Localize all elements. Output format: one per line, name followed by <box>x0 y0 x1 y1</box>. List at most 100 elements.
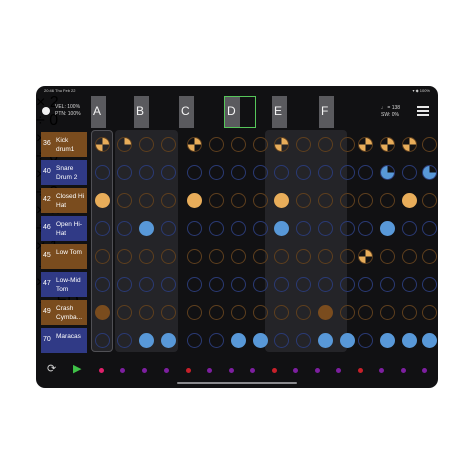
step-button[interactable] <box>95 305 110 320</box>
step-button[interactable] <box>358 137 373 152</box>
step-button[interactable] <box>117 221 132 236</box>
step-button[interactable] <box>318 305 333 320</box>
step-button[interactable] <box>253 165 268 180</box>
pattern-position-dot[interactable] <box>207 368 212 373</box>
step-button[interactable] <box>274 305 289 320</box>
track-label[interactable]: 46 Open Hi-Hat <box>41 216 87 241</box>
step-button[interactable] <box>340 165 355 180</box>
step-button[interactable] <box>117 333 132 348</box>
step-button[interactable] <box>340 277 355 292</box>
step-button[interactable] <box>274 277 289 292</box>
step-button[interactable] <box>274 221 289 236</box>
step-button[interactable] <box>358 333 373 348</box>
pattern-position-dot[interactable] <box>379 368 384 373</box>
velocity-readout[interactable]: VEL: 100% PTN: 100% <box>55 104 81 118</box>
step-button[interactable] <box>340 193 355 208</box>
step-button[interactable] <box>117 165 132 180</box>
step-button[interactable] <box>422 277 437 292</box>
step-button[interactable] <box>358 221 373 236</box>
step-button[interactable] <box>117 193 132 208</box>
step-button[interactable] <box>402 193 417 208</box>
step-button[interactable] <box>231 305 246 320</box>
pattern-position-dot[interactable] <box>272 368 277 373</box>
step-button[interactable] <box>161 165 176 180</box>
step-button[interactable] <box>422 165 437 180</box>
step-button[interactable] <box>422 249 437 264</box>
step-button[interactable] <box>318 333 333 348</box>
step-button[interactable] <box>318 165 333 180</box>
step-button[interactable] <box>296 221 311 236</box>
step-button[interactable] <box>253 137 268 152</box>
step-button[interactable] <box>296 193 311 208</box>
pattern-b-button[interactable]: B <box>134 96 149 128</box>
step-button[interactable] <box>209 193 224 208</box>
step-button[interactable] <box>340 221 355 236</box>
step-button[interactable] <box>187 305 202 320</box>
step-button[interactable] <box>139 249 154 264</box>
pattern-a-button[interactable]: A <box>91 96 106 128</box>
pattern-position-dot[interactable] <box>401 368 406 373</box>
step-button[interactable] <box>231 333 246 348</box>
tempo-readout[interactable]: ♩ = 138 SW: 0% <box>381 105 400 119</box>
step-button[interactable] <box>95 193 110 208</box>
step-button[interactable] <box>139 221 154 236</box>
step-button[interactable] <box>340 305 355 320</box>
step-button[interactable] <box>139 165 154 180</box>
step-button[interactable] <box>95 277 110 292</box>
step-button[interactable] <box>340 249 355 264</box>
step-button[interactable] <box>209 221 224 236</box>
step-button[interactable] <box>422 221 437 236</box>
pattern-position-dot[interactable] <box>164 368 169 373</box>
step-button[interactable] <box>231 165 246 180</box>
step-button[interactable] <box>139 305 154 320</box>
step-button[interactable] <box>161 305 176 320</box>
step-button[interactable] <box>380 249 395 264</box>
step-button[interactable] <box>296 333 311 348</box>
step-button[interactable] <box>187 249 202 264</box>
pattern-c-button[interactable]: C <box>179 96 194 128</box>
pattern-position-dot[interactable] <box>358 368 363 373</box>
step-button[interactable] <box>209 137 224 152</box>
track-label[interactable]: 45 Low Tom <box>41 244 87 269</box>
step-button[interactable] <box>358 277 373 292</box>
step-button[interactable] <box>402 277 417 292</box>
step-button[interactable] <box>95 137 110 152</box>
step-button[interactable] <box>422 137 437 152</box>
step-button[interactable] <box>358 165 373 180</box>
pattern-position-dot[interactable] <box>229 368 234 373</box>
step-button[interactable] <box>402 137 417 152</box>
record-button[interactable] <box>42 107 50 115</box>
step-button[interactable] <box>274 193 289 208</box>
step-button[interactable] <box>274 137 289 152</box>
track-label[interactable]: 49 Crash Cymba... <box>41 300 87 325</box>
step-button[interactable] <box>161 277 176 292</box>
play-icon[interactable]: ▶ <box>73 362 81 375</box>
step-button[interactable] <box>274 249 289 264</box>
pattern-position-dot[interactable] <box>120 368 125 373</box>
step-button[interactable] <box>253 277 268 292</box>
step-button[interactable] <box>380 137 395 152</box>
step-button[interactable] <box>139 277 154 292</box>
step-button[interactable] <box>402 305 417 320</box>
pattern-position-dot[interactable] <box>250 368 255 373</box>
step-button[interactable] <box>358 249 373 264</box>
step-button[interactable] <box>296 165 311 180</box>
step-button[interactable] <box>117 305 132 320</box>
step-button[interactable] <box>422 193 437 208</box>
track-label[interactable]: 40 Snare Drum 2 <box>41 160 87 185</box>
pattern-position-dot[interactable] <box>142 368 147 373</box>
step-button[interactable] <box>296 305 311 320</box>
step-button[interactable] <box>209 249 224 264</box>
step-button[interactable] <box>95 249 110 264</box>
pattern-position-dot[interactable] <box>336 368 341 373</box>
step-button[interactable] <box>209 305 224 320</box>
step-button[interactable] <box>231 193 246 208</box>
step-button[interactable] <box>139 333 154 348</box>
step-button[interactable] <box>358 193 373 208</box>
step-button[interactable] <box>253 221 268 236</box>
step-button[interactable] <box>231 137 246 152</box>
step-button[interactable] <box>253 193 268 208</box>
pattern-position-dot[interactable] <box>315 368 320 373</box>
step-button[interactable] <box>187 193 202 208</box>
step-button[interactable] <box>402 221 417 236</box>
